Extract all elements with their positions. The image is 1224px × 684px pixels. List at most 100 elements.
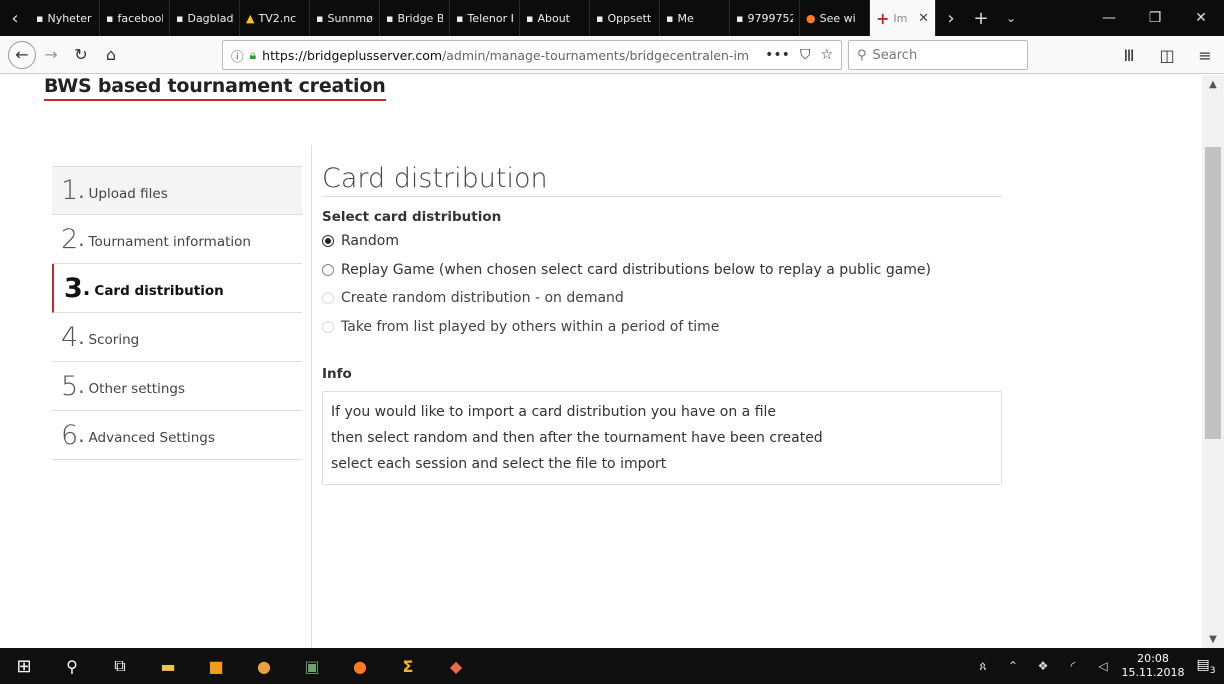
tab-bar: ‹ ▪Nyheter fr ▪facebook.c ▪Dagbladet ▲TV… (0, 0, 1224, 36)
forward-button[interactable]: → (36, 40, 66, 70)
info-box: If you would like to import a card distr… (322, 391, 1002, 485)
back-button[interactable]: ← (8, 40, 36, 69)
radio-label: Replay Game (when chosen select card dis… (341, 261, 932, 278)
step-advanced-settings[interactable]: 6. Advanced Settings (52, 411, 302, 460)
people-icon[interactable]: ጰ (968, 659, 998, 674)
chrome-icon[interactable]: ● (240, 648, 288, 684)
tab-5[interactable]: ▪Bridge Bas (380, 0, 450, 36)
page-icon: ▪ (596, 11, 604, 25)
firefox-icon: ● (806, 11, 816, 25)
step-number: 2 (61, 223, 79, 255)
library-icon[interactable]: Ⅲ (1110, 40, 1148, 70)
app-icon[interactable]: ▣ (288, 648, 336, 684)
radio-button[interactable] (322, 263, 334, 276)
page-actions-icon[interactable]: ••• (765, 47, 790, 63)
file-explorer-icon[interactable]: ▬ (144, 648, 192, 684)
radio-button[interactable] (322, 235, 334, 248)
windows-start-icon[interactable]: ⊞ (0, 648, 48, 684)
radio-option-random-on-demand[interactable]: Create random distribution - on demand (322, 284, 1002, 313)
url-bar[interactable]: ⓘ 🔒︎ https://bridgeplusserver.com/admin/… (222, 40, 842, 70)
page-viewport: BWS based tournament creation 1. Upload … (0, 75, 1202, 648)
step-label: Card distribution (94, 283, 224, 299)
tab-2[interactable]: ▪Dagbladet (170, 0, 240, 36)
page-scrollbar[interactable]: ▲ ▼ (1202, 75, 1224, 648)
dropbox-icon[interactable]: ❖ (1028, 659, 1058, 673)
search-input[interactable]: ⚲ Search (848, 40, 1028, 70)
app-icon[interactable]: ◆ (432, 648, 480, 684)
url-path: /admin/manage-tournaments/bridgecentrale… (442, 47, 750, 63)
notification-center-icon[interactable]: ▤3 (1188, 657, 1224, 676)
step-upload-files[interactable]: 1. Upload files (52, 166, 302, 215)
outlook-icon[interactable]: ■ (192, 648, 240, 684)
sidebar-icon[interactable]: ◫ (1148, 40, 1186, 70)
scroll-up-icon[interactable]: ▲ (1202, 75, 1224, 93)
tab-scroll-left-button[interactable]: ‹ (0, 0, 30, 36)
tab-scroll-right-button[interactable]: › (936, 0, 966, 36)
tab-list-dropdown-icon[interactable]: ⌄ (996, 0, 1026, 36)
tab-label: Sunnmørs (327, 11, 373, 25)
step-card-distribution[interactable]: 3. Card distribution (52, 264, 302, 313)
tab-4[interactable]: ▪Sunnmørs (310, 0, 380, 36)
restore-button[interactable]: ❐ (1132, 0, 1178, 36)
radio-label: Random (341, 233, 399, 250)
firefox-icon[interactable]: ● (336, 648, 384, 684)
radio-button[interactable] (322, 320, 334, 333)
clock[interactable]: 20:08 15.11.2018 (1118, 652, 1188, 680)
scroll-thumb[interactable] (1205, 147, 1221, 439)
tab-3[interactable]: ▲ TV2.nc (240, 0, 310, 36)
tab-9[interactable]: ▪ Me (660, 0, 730, 36)
home-button[interactable]: ⌂ (96, 40, 126, 70)
pocket-icon[interactable]: ⛉ (800, 47, 811, 63)
radio-button[interactable] (322, 292, 334, 305)
step-number: 4 (61, 321, 79, 353)
info-line: If you would like to import a card distr… (331, 404, 777, 420)
volume-icon[interactable]: ◁ (1088, 659, 1118, 673)
news-icon: ▪ (316, 11, 324, 25)
step-dot: . (78, 178, 85, 203)
step-number: 6 (61, 419, 79, 451)
tab-1[interactable]: ▪facebook.c (100, 0, 170, 36)
radio-option-random[interactable]: Random (322, 227, 1002, 256)
step-dot: . (78, 374, 85, 398)
url-text[interactable]: https://bridgeplusserver.com/admin/manag… (262, 48, 759, 63)
radio-label: Take from list played by others within a… (341, 318, 720, 335)
bookmark-star-icon[interactable]: ☆ (820, 47, 833, 63)
tab-7[interactable]: ▪ About (520, 0, 590, 36)
step-label: Upload files (88, 185, 168, 202)
tab-6[interactable]: ▪Telenor E- (450, 0, 520, 36)
tab-active[interactable]: + Im ✕ (870, 0, 936, 36)
tab-10[interactable]: ▪97997521 (730, 0, 800, 36)
minimize-button[interactable]: — (1086, 0, 1132, 36)
sigma-icon[interactable]: Σ (384, 648, 432, 684)
new-tab-button[interactable]: + (966, 0, 996, 36)
radio-option-played-by-others[interactable]: Take from list played by others within a… (322, 313, 1002, 342)
radio-option-replay-game[interactable]: Replay Game (when chosen select card dis… (322, 256, 1002, 285)
tab-8[interactable]: ▪Oppsett av (590, 0, 660, 36)
search-icon[interactable]: ⚲ (48, 648, 96, 684)
step-dot: . (78, 423, 85, 447)
chevron-up-icon[interactable]: ⌃ (998, 659, 1028, 673)
step-number: 5 (61, 370, 79, 402)
navigation-bar: ← → ↻ ⌂ ⓘ 🔒︎ https://bridgeplusserver.co… (0, 36, 1224, 74)
windows-taskbar: ⊞ ⚲ ⧉ ▬ ■ ● ▣ ● Σ ◆ ጰ ⌃ ❖ ◜ ◁ 20:08 15.1… (0, 648, 1224, 684)
step-scoring[interactable]: 4. Scoring (52, 313, 302, 362)
tab-label: Bridge Bas (397, 11, 443, 25)
info-icon[interactable]: ⓘ (231, 46, 244, 65)
step-tournament-information[interactable]: 2. Tournament information (52, 215, 302, 264)
close-window-button[interactable]: ✕ (1178, 0, 1224, 36)
wifi-icon[interactable]: ◜ (1058, 659, 1088, 673)
close-tab-icon[interactable]: ✕ (918, 11, 929, 26)
task-view-icon[interactable]: ⧉ (96, 648, 144, 684)
step-number: 1 (61, 175, 79, 206)
step-label: Other settings (88, 381, 186, 397)
tab-label: facebook.c (117, 11, 163, 25)
step-other-settings[interactable]: 5. Other settings (52, 362, 302, 411)
scroll-down-icon[interactable]: ▼ (1202, 630, 1224, 648)
step-dot: . (78, 325, 85, 349)
tab-label: TV2.nc (258, 11, 297, 25)
tab-0[interactable]: ▪Nyheter fr (30, 0, 100, 36)
reload-button[interactable]: ↻ (66, 40, 96, 70)
tab-11[interactable]: ● See wi (800, 0, 870, 36)
menu-icon[interactable]: ≡ (1186, 40, 1224, 70)
radio-label: Create random distribution - on demand (341, 290, 624, 307)
